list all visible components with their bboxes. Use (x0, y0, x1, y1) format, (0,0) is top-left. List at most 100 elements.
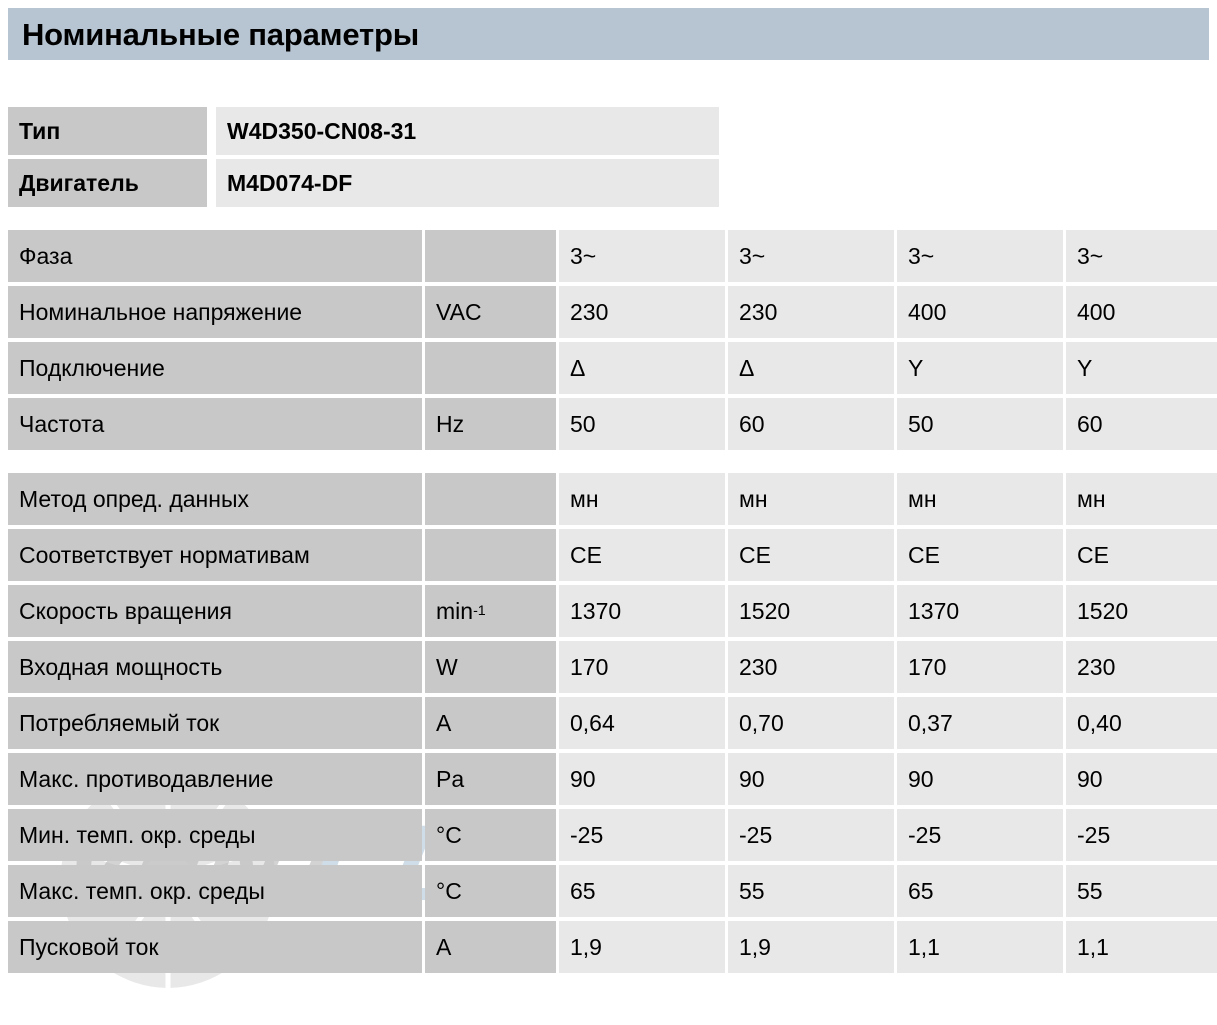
table-row: Номинальное напряжение VAC 230 230 400 4… (8, 286, 1217, 338)
row-value-col2: 55 (728, 865, 894, 917)
row-label: Потребляемый ток (8, 697, 422, 749)
row-value-col3: мн (897, 473, 1063, 525)
table-row: Метод опред. данных мн мн мн мн (8, 473, 1217, 525)
row-value-col1: 50 (559, 398, 725, 450)
row-value-col4: 0,40 (1066, 697, 1217, 749)
row-value-col3: 400 (897, 286, 1063, 338)
row-value-col2: Δ (728, 342, 894, 394)
identity-value-type: W4D350-CN08-31 (216, 107, 719, 155)
row-unit: °C (425, 865, 556, 917)
row-value-col1: Δ (559, 342, 725, 394)
row-label: Скорость вращения (8, 585, 422, 637)
identity-value-motor: M4D074-DF (216, 159, 719, 207)
performance-table: Метод опред. данных мн мн мн мн Соответствует… (8, 473, 1217, 973)
table-row: Тип W4D350-CN08-31 (8, 107, 1209, 155)
row-unit (425, 342, 556, 394)
identity-label-motor: Двигатель (8, 159, 207, 207)
row-value-col2: 90 (728, 753, 894, 805)
identity-label-type: Тип (8, 107, 207, 155)
row-value-col3: 1,1 (897, 921, 1063, 973)
row-value-col1: CE (559, 529, 725, 581)
row-value-col1: мн (559, 473, 725, 525)
row-value-col2: 0,70 (728, 697, 894, 749)
row-value-col2: 3~ (728, 230, 894, 282)
row-value-col4: 55 (1066, 865, 1217, 917)
row-value-col1: 0,64 (559, 697, 725, 749)
identity-table: Тип W4D350-CN08-31 Двигатель M4D074-DF (8, 107, 1209, 207)
table-row: Частота Hz 50 60 50 60 (8, 398, 1217, 450)
row-value-col4: -25 (1066, 809, 1217, 861)
row-value-col1: 170 (559, 641, 725, 693)
row-value-col2: 1520 (728, 585, 894, 637)
table-row: Пусковой ток A 1,9 1,9 1,1 1,1 (8, 921, 1217, 973)
table-row: Двигатель M4D074-DF (8, 159, 1209, 207)
row-value-col4: 230 (1066, 641, 1217, 693)
row-unit (425, 473, 556, 525)
row-value-col4: 1520 (1066, 585, 1217, 637)
row-unit: VAC (425, 286, 556, 338)
row-label: Мин. темп. окр. среды (8, 809, 422, 861)
row-unit: Hz (425, 398, 556, 450)
row-unit: Pa (425, 753, 556, 805)
row-value-col3: 50 (897, 398, 1063, 450)
row-value-col4: CE (1066, 529, 1217, 581)
row-value-col1: 1,9 (559, 921, 725, 973)
row-value-col3: CE (897, 529, 1063, 581)
row-value-col4: 3~ (1066, 230, 1217, 282)
row-value-col2: 230 (728, 641, 894, 693)
row-value-col3: 170 (897, 641, 1063, 693)
table-row: Скорость вращения min -1 1370 1520 1370 1520 (8, 585, 1217, 637)
row-label: Фаза (8, 230, 422, 282)
row-unit: A (425, 921, 556, 973)
row-unit (425, 529, 556, 581)
row-label: Пусковой ток (8, 921, 422, 973)
row-unit: °C (425, 809, 556, 861)
row-value-col4: 1,1 (1066, 921, 1217, 973)
table-row: Потребляемый ток A 0,64 0,70 0,37 0,40 (8, 697, 1217, 749)
page-title: Номинальные параметры (22, 16, 419, 52)
row-value-col3: 90 (897, 753, 1063, 805)
row-label: Входная мощность (8, 641, 422, 693)
row-value-col4: 400 (1066, 286, 1217, 338)
row-unit: min -1 (425, 585, 556, 637)
row-value-col3: 1370 (897, 585, 1063, 637)
electrical-table: Фаза 3~ 3~ 3~ 3~ Номинальное напряжение … (8, 230, 1217, 450)
row-value-col3: 0,37 (897, 697, 1063, 749)
row-value-col2: -25 (728, 809, 894, 861)
table-row: Макс. темп. окр. среды °C 65 55 65 55 (8, 865, 1217, 917)
row-label: Частота (8, 398, 422, 450)
row-value-col3: Y (897, 342, 1063, 394)
row-unit: W (425, 641, 556, 693)
row-value-col3: 3~ (897, 230, 1063, 282)
row-value-col4: Y (1066, 342, 1217, 394)
row-value-col2: мн (728, 473, 894, 525)
row-value-col1: -25 (559, 809, 725, 861)
row-value-col3: -25 (897, 809, 1063, 861)
row-value-col1: 1370 (559, 585, 725, 637)
row-value-col1: 230 (559, 286, 725, 338)
row-value-col1: 90 (559, 753, 725, 805)
table-row: Входная мощность W 170 230 170 230 (8, 641, 1217, 693)
row-value-col2: 60 (728, 398, 894, 450)
table-row: Подключение Δ Δ Y Y (8, 342, 1217, 394)
table-row: Соответствует нормативам CE CE CE CE (8, 529, 1217, 581)
row-label: Макс. противодавление (8, 753, 422, 805)
row-value-col4: мн (1066, 473, 1217, 525)
row-value-col2: 1,9 (728, 921, 894, 973)
row-label: Макс. темп. окр. среды (8, 865, 422, 917)
row-value-col3: 65 (897, 865, 1063, 917)
row-unit (425, 230, 556, 282)
row-label: Метод опред. данных (8, 473, 422, 525)
row-value-col1: 65 (559, 865, 725, 917)
row-value-col2: 230 (728, 286, 894, 338)
table-row: Макс. противодавление Pa 90 90 90 90 (8, 753, 1217, 805)
spec-sheet: Номинальные параметры Тип W4D350-CN08-31… (0, 0, 1217, 981)
row-unit: A (425, 697, 556, 749)
row-label: Номинальное напряжение (8, 286, 422, 338)
table-row: Фаза 3~ 3~ 3~ 3~ (8, 230, 1217, 282)
page-title-banner: Номинальные параметры (8, 8, 1209, 60)
table-row: Мин. темп. окр. среды °C -25 -25 -25 -25 (8, 809, 1217, 861)
